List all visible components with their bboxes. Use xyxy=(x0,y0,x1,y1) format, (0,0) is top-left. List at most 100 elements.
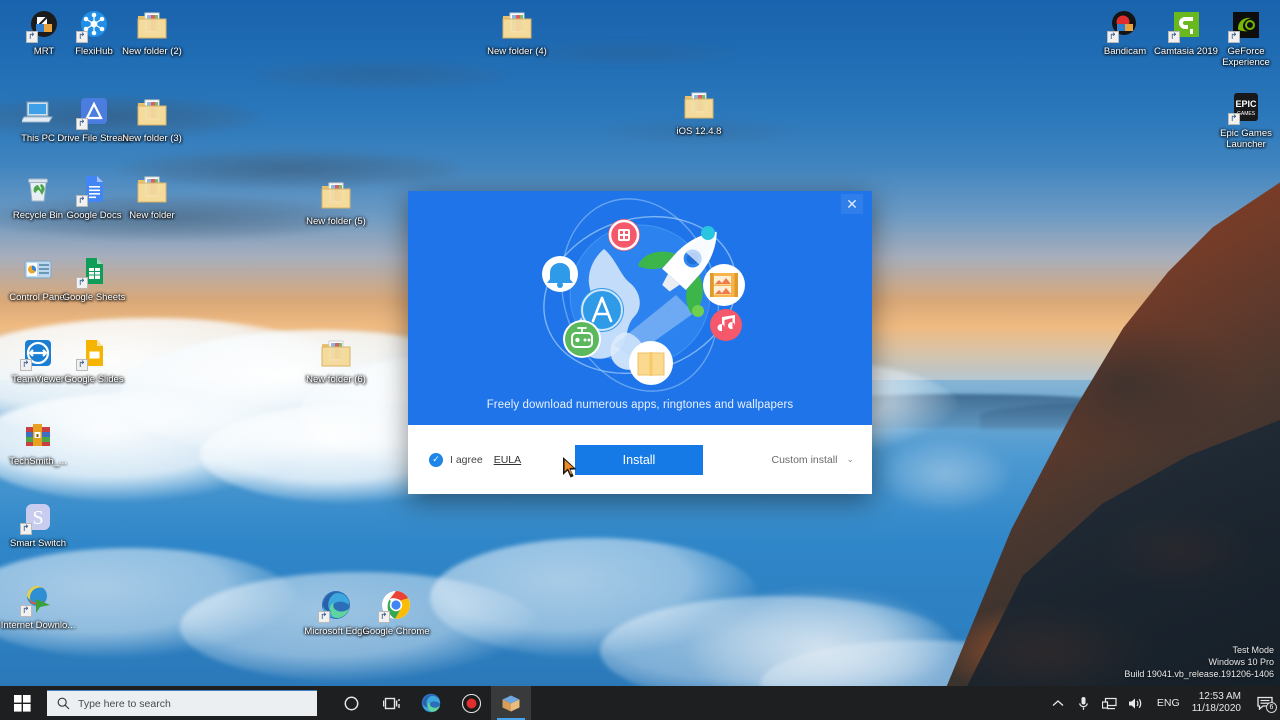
installer-hero-banner: ✕ Freely download numerous apps, rington… xyxy=(408,191,872,425)
installer-tagline: Freely download numerous apps, ringtones… xyxy=(486,399,794,411)
desktop-icon-label: New folder (2) xyxy=(122,46,182,57)
bell-node xyxy=(542,256,578,292)
show-hidden-icons-button[interactable] xyxy=(1045,686,1071,720)
folder-icon xyxy=(135,8,169,42)
desktop-icon-label: New folder (5) xyxy=(306,216,366,227)
shortcut-overlay-icon xyxy=(1228,31,1240,43)
desktop-icon-new-folder-6[interactable]: New folder (6) xyxy=(298,336,374,385)
taskbar-bandicam-button[interactable] xyxy=(451,686,491,720)
taskbar: Type here to search ENG 12:53 AM 11/18/2… xyxy=(0,686,1280,720)
taskbar-installer-button[interactable] xyxy=(491,686,531,720)
cloud-streak xyxy=(250,60,510,90)
custom-install-label: Custom install xyxy=(771,453,838,466)
svg-text:S: S xyxy=(32,507,43,529)
desktop-icon-label: Google Chrome xyxy=(362,626,430,637)
desktop-icon-label: Internet Downlo... xyxy=(0,620,76,631)
action-center-button[interactable]: 6 xyxy=(1250,686,1280,720)
desktop-icon-geforce-experience[interactable]: GeForce Experience xyxy=(1208,8,1280,68)
agree-checkbox[interactable]: ✓ xyxy=(429,452,443,467)
desktop-icon-label: New folder (3) xyxy=(122,133,182,144)
custom-install-dropdown[interactable]: Custom install ⌄ xyxy=(772,454,855,466)
clock-date: 11/18/2020 xyxy=(1191,703,1241,714)
desktop-icon-label: TechSmith_... xyxy=(9,456,67,467)
desktop-icon-new-folder-4[interactable]: New folder (4) xyxy=(479,8,555,57)
network-icon[interactable] xyxy=(1097,686,1123,720)
shortcut-overlay-icon xyxy=(20,359,32,371)
desktop-icon-google-sheets[interactable]: Google Sheets xyxy=(56,254,132,303)
agree-row[interactable]: ✓ I agree EULA xyxy=(429,452,521,467)
watermark-line-2: Windows 10 Pro xyxy=(1208,657,1274,667)
svg-text:EPIC: EPIC xyxy=(1235,99,1257,109)
desktop-icon-new-folder-3[interactable]: New folder (3) xyxy=(114,95,190,144)
network-icon xyxy=(1102,697,1118,709)
desktop-icon-google-chrome[interactable]: Google Chrome xyxy=(358,588,434,637)
folder-icon xyxy=(319,336,353,370)
book-node xyxy=(629,341,673,385)
bandicam-icon xyxy=(1107,8,1142,43)
desktop-icon-label: Google Slides xyxy=(64,374,124,385)
shortcut-overlay-icon xyxy=(1168,31,1180,43)
taskbar-edge-button[interactable] xyxy=(411,686,451,720)
windows-logo-icon xyxy=(13,694,31,712)
robot-node xyxy=(563,320,601,358)
shortcut-overlay-icon xyxy=(378,611,390,623)
desktop-icon-new-folder-2[interactable]: New folder (2) xyxy=(114,8,190,57)
camtasia-icon xyxy=(1168,8,1203,43)
system-tray: ENG 12:53 AM 11/18/2020 6 xyxy=(1045,686,1280,720)
desktop-icon-smart-switch[interactable]: S Smart Switch xyxy=(0,500,76,549)
desktop-icon-techsmith[interactable]: TechSmith_... xyxy=(0,418,76,467)
desktop-icon-google-slides[interactable]: Google Slides xyxy=(56,336,132,385)
desktop-icon-label: New folder xyxy=(129,210,175,221)
task-view-icon xyxy=(382,697,400,709)
installer-dialog: ✕ Freely download numerous apps, rington… xyxy=(408,191,872,494)
microphone-icon xyxy=(1079,696,1089,710)
clock-time: 12:53 AM xyxy=(1198,691,1241,702)
orbit-dot xyxy=(701,226,715,240)
desktop-icon-label: Bandicam xyxy=(1103,46,1147,57)
start-button[interactable] xyxy=(0,686,44,720)
volume-icon xyxy=(1129,698,1142,708)
notification-badge: 6 xyxy=(1266,702,1277,713)
google-sheets-icon xyxy=(76,254,111,289)
search-input[interactable]: Type here to search xyxy=(47,690,317,716)
search-placeholder: Type here to search xyxy=(78,697,171,710)
smart-switch-icon: S xyxy=(20,500,55,535)
installer-footer: ✓ I agree EULA Install Custom install ⌄ xyxy=(408,425,872,494)
folder-icon xyxy=(500,8,534,42)
search-icon xyxy=(57,697,70,710)
edge-icon xyxy=(318,588,353,623)
watermark-line-1: Test Mode xyxy=(1232,645,1274,655)
this-pc-icon xyxy=(21,95,55,129)
language-indicator[interactable]: ENG xyxy=(1149,697,1188,709)
desktop-icon-label: Google Sheets xyxy=(62,292,126,303)
desktop-icon-new-folder-5[interactable]: New folder (5) xyxy=(298,178,374,227)
shortcut-overlay-icon xyxy=(76,31,88,43)
internet-download-manager-icon xyxy=(20,582,55,617)
microphone-icon[interactable] xyxy=(1071,686,1097,720)
google-docs-icon xyxy=(76,172,111,207)
desktop-icon-new-folder[interactable]: New folder xyxy=(114,172,190,221)
shortcut-overlay-icon xyxy=(1107,31,1119,43)
taskbar-task-view-button[interactable] xyxy=(371,686,411,720)
desktop-icon-epic-games-launcher[interactable]: EPICGAMES Epic Games Launcher xyxy=(1208,90,1280,150)
desktop-icon-label: iOS 12.4.8 xyxy=(676,126,722,137)
installer-box-icon xyxy=(502,695,520,711)
mist xyxy=(880,440,1010,510)
desktop-icon-internet-downlo[interactable]: Internet Downlo... xyxy=(0,582,76,631)
shortcut-overlay-icon xyxy=(76,277,88,289)
media-node xyxy=(703,264,745,306)
volume-icon[interactable] xyxy=(1123,686,1149,720)
close-icon[interactable]: ✕ xyxy=(841,194,863,214)
edge-icon xyxy=(421,693,441,713)
install-button[interactable]: Install xyxy=(575,444,703,475)
shortcut-overlay-icon xyxy=(76,195,88,207)
test-mode-watermark: Test Mode Windows 10 Pro Build 19041.vb_… xyxy=(1124,644,1274,680)
folder-icon xyxy=(319,178,353,212)
eula-link[interactable]: EULA xyxy=(494,454,521,466)
winrar-archive-icon xyxy=(21,418,55,452)
shortcut-overlay-icon xyxy=(1228,113,1240,125)
desktop-icon-ios-12-4-8[interactable]: iOS 12.4.8 xyxy=(661,88,737,137)
shortcut-overlay-icon xyxy=(20,523,32,535)
taskbar-cortana-button[interactable] xyxy=(331,686,371,720)
clock[interactable]: 12:53 AM 11/18/2020 xyxy=(1188,691,1250,715)
